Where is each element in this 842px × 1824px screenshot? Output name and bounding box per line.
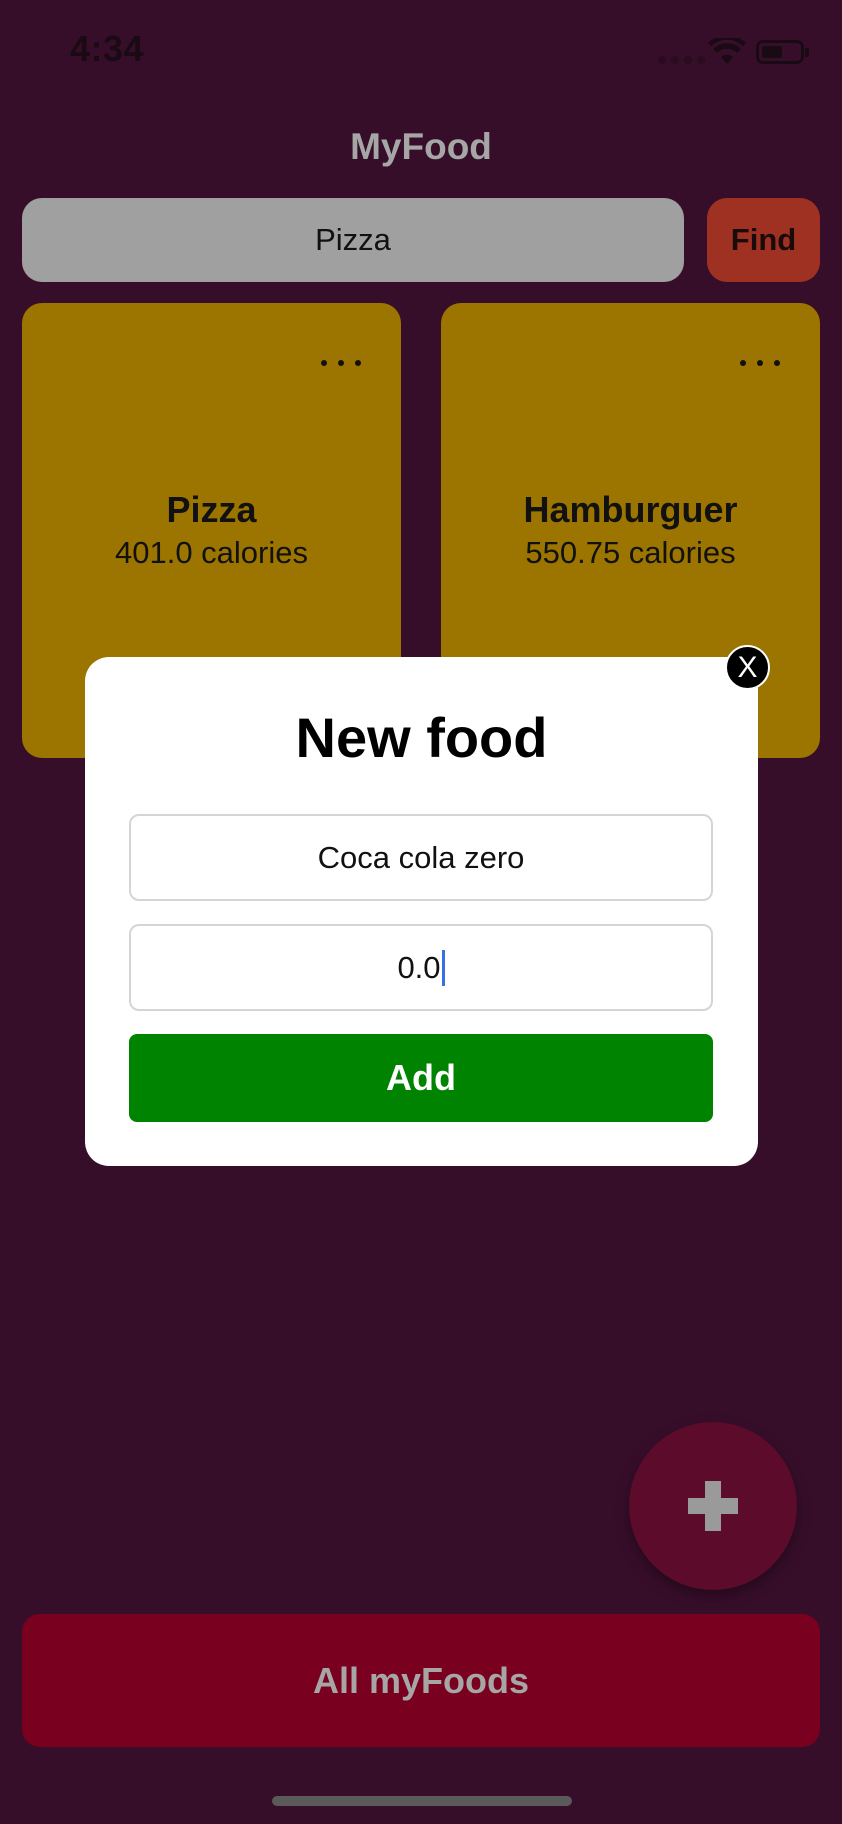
status-bar: 4:34 <box>0 0 842 100</box>
add-button[interactable]: Add <box>129 1034 713 1122</box>
search-input[interactable] <box>22 198 684 282</box>
calories-input[interactable]: 0.0 <box>129 924 713 1011</box>
more-options-icon[interactable] <box>740 349 780 377</box>
new-food-modal: New food 0.0 Add <box>85 657 758 1166</box>
calories-input-value: 0.0 <box>397 949 441 985</box>
wifi-icon <box>708 38 746 64</box>
food-name: Pizza <box>166 489 257 530</box>
cellular-signal-icon <box>658 56 705 64</box>
add-food-fab[interactable] <box>629 1422 797 1590</box>
food-name-input[interactable] <box>129 814 713 901</box>
food-calories: 401.0 calories <box>114 535 308 570</box>
status-time: 4:34 <box>70 28 145 69</box>
home-indicator[interactable] <box>272 1796 572 1806</box>
battery-icon <box>756 40 809 64</box>
food-calories: 550.75 calories <box>525 535 736 570</box>
more-options-icon[interactable] <box>321 349 361 377</box>
text-cursor <box>441 949 445 986</box>
food-name: Hamburguer <box>523 489 738 530</box>
modal-title: New food <box>295 706 548 769</box>
plus-icon <box>688 1481 738 1531</box>
close-icon[interactable]: X <box>725 645 770 690</box>
find-button[interactable]: Find <box>707 198 820 282</box>
app-title: MyFood <box>350 126 492 167</box>
all-foods-button[interactable]: All myFoods <box>22 1614 820 1747</box>
